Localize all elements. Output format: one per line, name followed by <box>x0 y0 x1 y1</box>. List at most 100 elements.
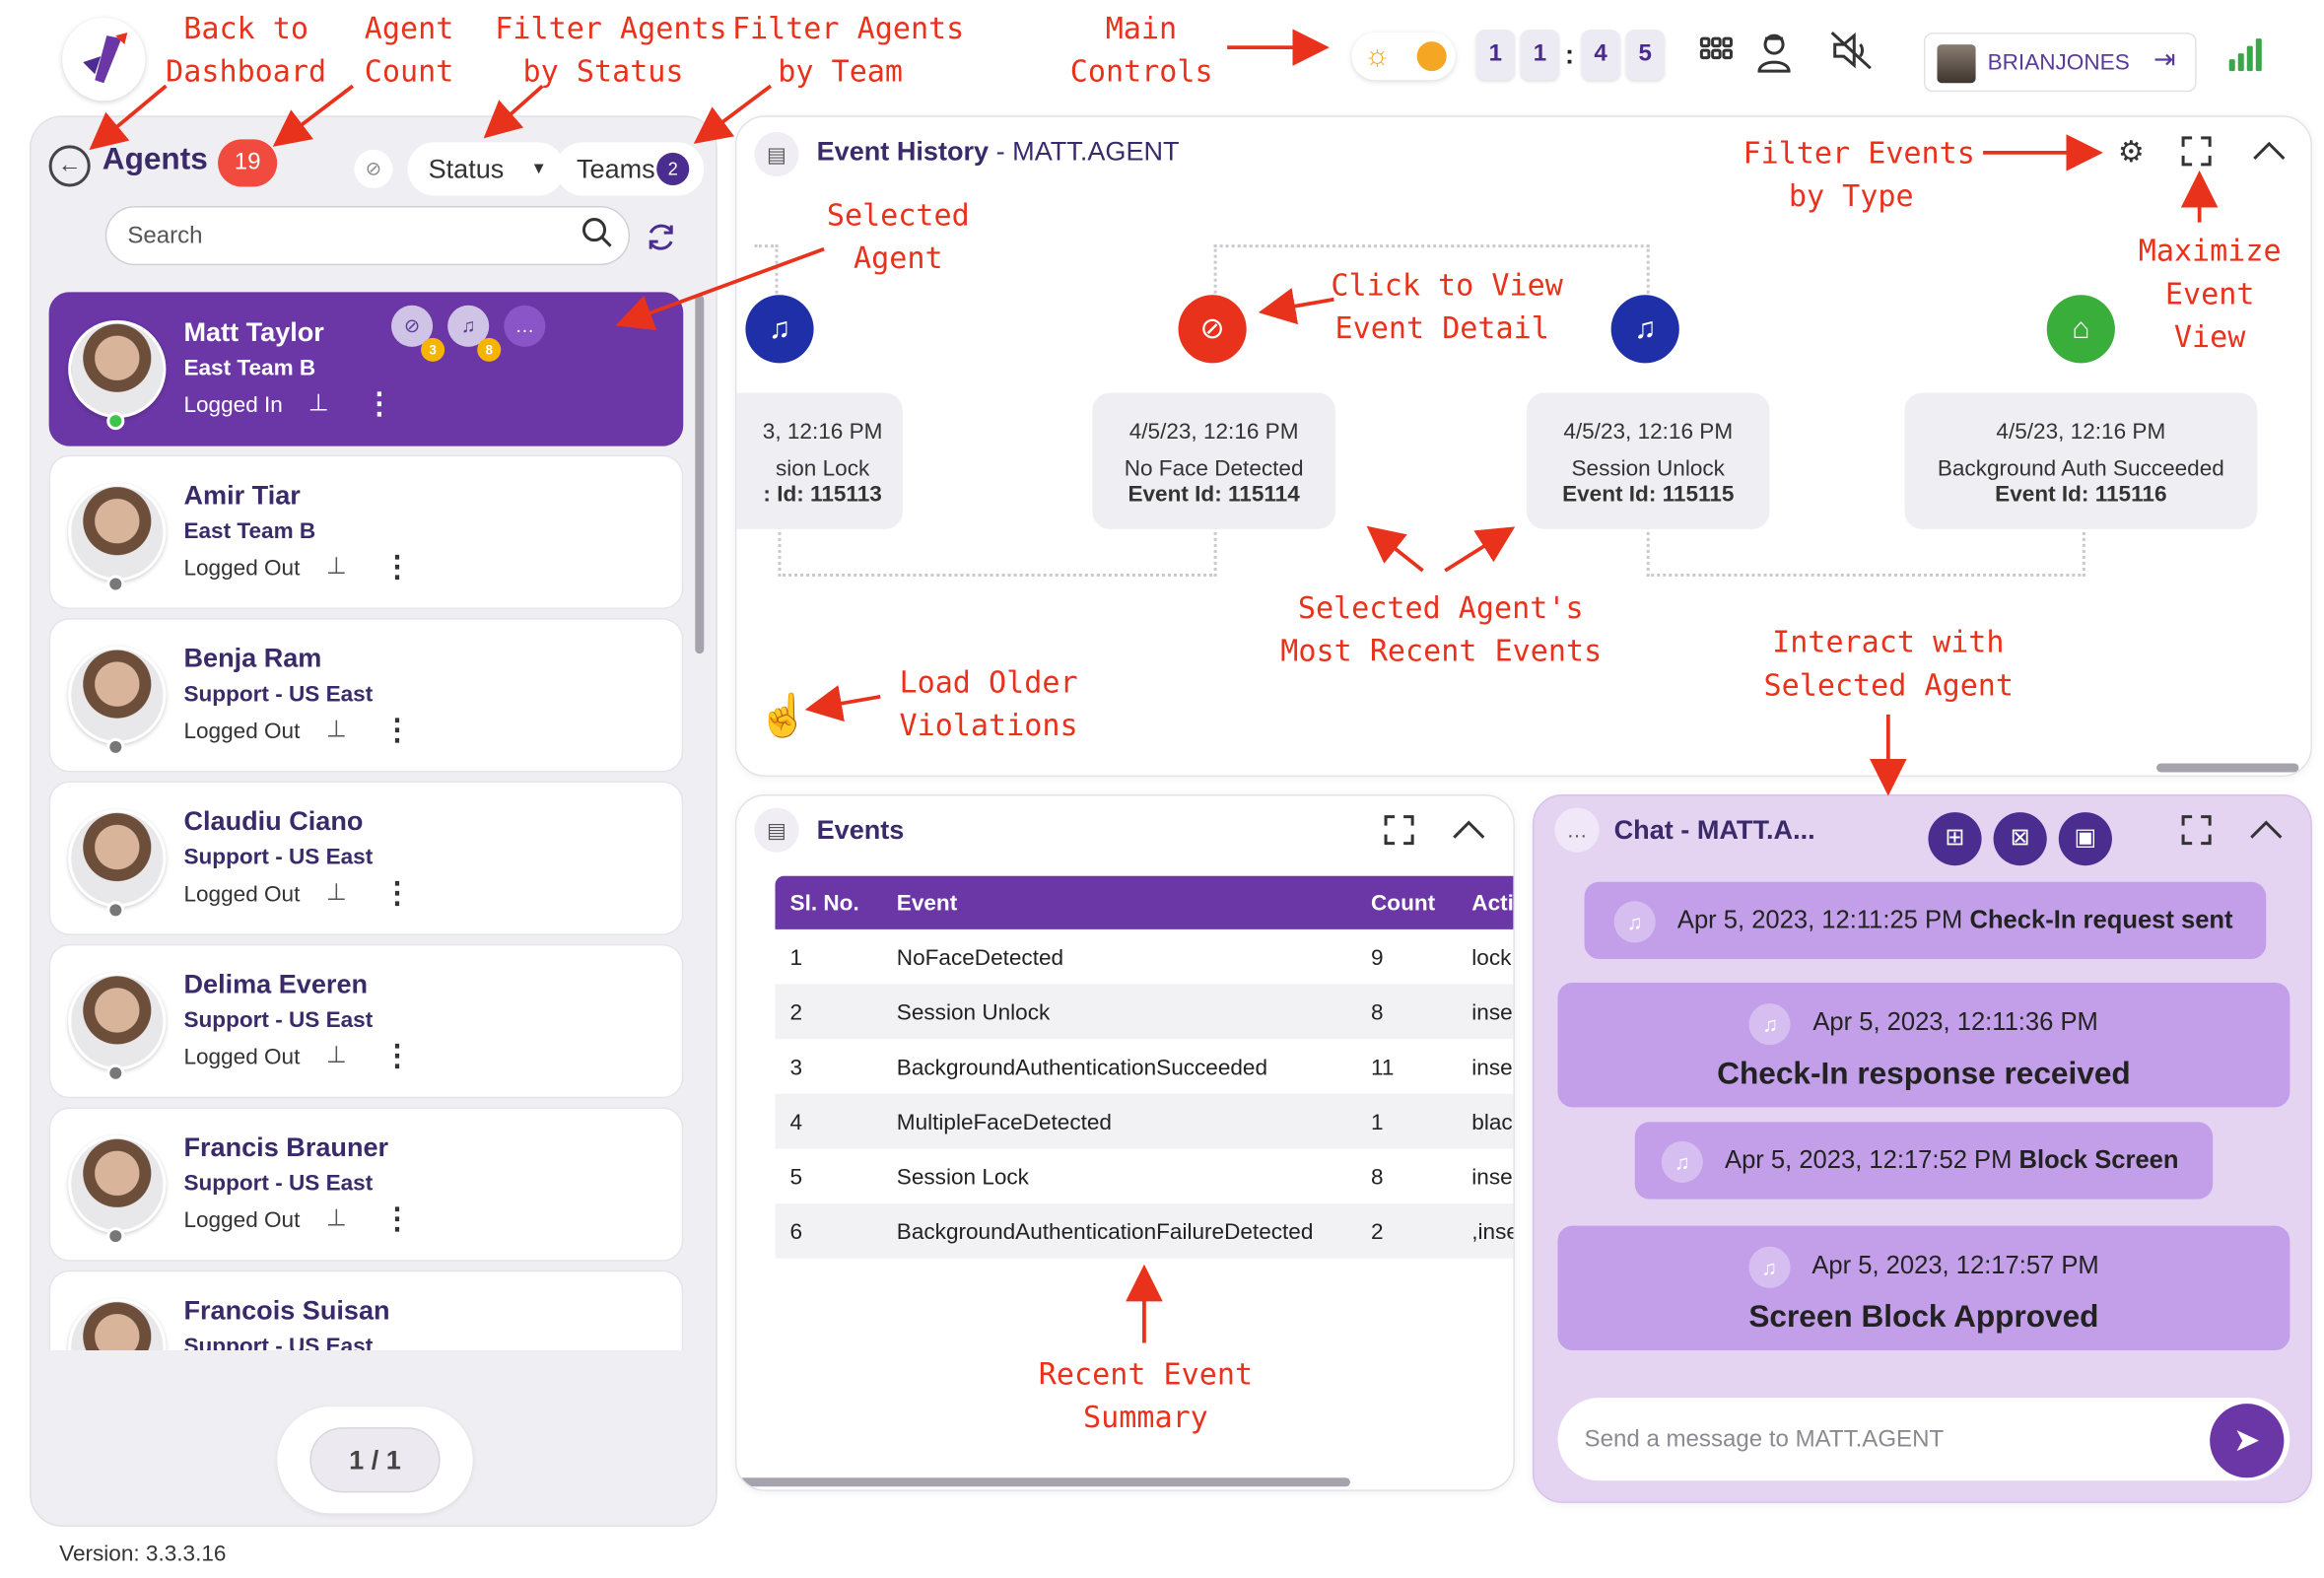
row-number: 2 <box>789 1000 803 1026</box>
more-options-icon[interactable]: ⋮ <box>382 1038 412 1075</box>
event-id: : Id: 115113 <box>763 481 882 508</box>
agent-name: Francis Brauner <box>183 1132 389 1162</box>
agent-team: Support - US East <box>183 1171 374 1197</box>
event-card[interactable]: 4/5/23, 12:16 PM No Face Detected Event … <box>1092 392 1335 529</box>
avatar <box>68 1298 167 1350</box>
table-row[interactable]: 5 Session Lock 8 inse <box>775 1148 1513 1203</box>
home-auth-icon[interactable]: ⌂ <box>2046 295 2115 364</box>
annotation-recent-events: Selected Agent's Most Recent Events <box>1280 589 1603 669</box>
annotation-filter-team: Filter Agents by Team <box>731 10 965 90</box>
annotation-click-view: Click to View Event Detail <box>1331 266 1563 346</box>
binoculars-icon[interactable]: ⊞ <box>1928 812 1982 866</box>
agent-status: Logged Out <box>183 1207 301 1234</box>
maximize-icon[interactable] <box>2180 814 2213 856</box>
more-options-icon[interactable]: ⋮ <box>365 385 394 423</box>
agent-list-scrollbar[interactable] <box>695 295 705 654</box>
table-row[interactable]: 6 BackgroundAuthenticationFailureDetecte… <box>775 1203 1514 1259</box>
agent-card-benja-ram[interactable]: Benja Ram Support - US East Logged Out ⊥… <box>48 618 684 773</box>
event-card[interactable]: 4/5/23, 12:16 PM Background Auth Succeed… <box>1904 392 2258 529</box>
teams-count-badge: 2 <box>656 152 690 185</box>
table-row[interactable]: 1 NoFaceDetected 9 lock <box>775 929 1513 985</box>
column-header: Sl. No. <box>789 890 859 917</box>
collapse-icon[interactable] <box>1451 814 1486 856</box>
theme-toggle[interactable]: ☼ <box>1351 33 1456 81</box>
no-face-icon[interactable]: ⊘ <box>1178 295 1247 364</box>
agent-team: Support - US East <box>183 1334 374 1350</box>
agent-icon[interactable] <box>1748 30 1799 88</box>
refresh-icon[interactable] <box>645 221 677 262</box>
row-event: BackgroundAuthenticationSucceeded <box>896 1055 1268 1081</box>
maximize-icon[interactable] <box>2180 135 2213 176</box>
agent-card-claudiu-ciano[interactable]: Claudiu Ciano Support - US East Logged O… <box>48 781 684 935</box>
alert-count-badge: 3 <box>421 337 445 362</box>
user-menu[interactable]: BRIANJONES ⇥ <box>1923 33 2197 93</box>
agent-card-delima-everen[interactable]: Delima Everen Support - US East Logged O… <box>48 943 684 1099</box>
message-input[interactable] <box>1584 1424 2208 1458</box>
load-older-hand-icon[interactable]: ☝ <box>757 695 808 736</box>
pin-icon[interactable]: ⊥ <box>326 715 347 744</box>
annotation-maximize: Maximize Event View <box>2138 233 2282 355</box>
more-options-icon[interactable]: ⋮ <box>382 712 412 749</box>
collapse-icon[interactable] <box>2251 135 2287 176</box>
status-filter-dropdown[interactable]: Status ▼ <box>407 142 565 196</box>
annotation-filter-status: Filter Agents by Status <box>495 10 727 90</box>
clear-filter-icon[interactable]: ⊘ <box>354 149 393 188</box>
agent-search[interactable] <box>104 206 631 266</box>
agent-card-matt-taylor[interactable]: Matt Taylor East Team B Logged In ⊥ ⋮ ⊘ … <box>48 292 684 446</box>
screenshot-icon[interactable]: ▣ <box>2058 812 2112 866</box>
table-row[interactable]: 4 MultipleFaceDetected 1 blac <box>775 1093 1514 1149</box>
agent-card-amir-tiar[interactable]: Amir Tiar East Team B Logged Out ⊥ ⋮ <box>48 454 684 610</box>
logout-icon[interactable]: ⇥ <box>2153 44 2176 76</box>
more-options-icon[interactable]: ⋮ <box>382 548 412 585</box>
event-history-label: Event History <box>816 136 990 167</box>
table-row[interactable]: 2 Session Unlock 8 inse <box>775 984 1514 1040</box>
block-screen-icon[interactable]: ⊠ <box>1993 812 2047 866</box>
back-arrow-icon[interactable]: ← <box>48 145 91 187</box>
pin-icon[interactable]: ⊥ <box>326 551 347 581</box>
agent-status: Logged Out <box>183 881 301 908</box>
message-time: Apr 5, 2023, 12:17:52 PM <box>1725 1145 2013 1175</box>
bell-icon[interactable]: ♫ <box>1610 295 1679 364</box>
signal-icon <box>2228 35 2268 72</box>
agent-name: Claudiu Ciano <box>183 806 364 837</box>
mute-icon[interactable] <box>1826 30 1877 85</box>
timeline-scrollbar[interactable] <box>2156 763 2299 773</box>
alert-count-badge: 8 <box>477 337 502 362</box>
agent-team: Support - US East <box>183 681 374 708</box>
events-scrollbar[interactable] <box>736 1477 1350 1487</box>
pin-icon[interactable]: ⊥ <box>308 388 329 418</box>
more-options-icon[interactable]: ⋮ <box>382 1201 412 1238</box>
more-options-icon[interactable]: ⋮ <box>382 874 412 912</box>
agent-card-francois-suisan[interactable]: Francois Suisan Support - US East <box>48 1269 684 1350</box>
events-table-header: Sl. No. Event Count Acti <box>775 875 1514 929</box>
chat-input-box[interactable]: ➤ <box>1557 1398 2290 1481</box>
app-logo[interactable] <box>62 18 146 102</box>
chat-icon[interactable]: … <box>504 305 546 347</box>
maximize-icon[interactable] <box>1383 814 1415 856</box>
sun-icon: ☼ <box>1363 39 1392 73</box>
timer-digit: 4 <box>1581 30 1620 81</box>
teams-filter-button[interactable]: Teams 2 <box>555 142 705 196</box>
send-icon[interactable]: ➤ <box>2210 1404 2285 1478</box>
agent-team: East Team B <box>183 355 316 381</box>
collapse-icon[interactable] <box>2248 814 2284 856</box>
table-row[interactable]: 3 BackgroundAuthenticationSucceeded 11 i… <box>775 1039 1513 1094</box>
row-number: 3 <box>789 1055 803 1081</box>
event-card[interactable]: 3, 12:16 PM sion Lock : Id: 115113 <box>736 392 903 529</box>
column-header: Event <box>896 890 958 917</box>
search-icon[interactable] <box>581 217 613 258</box>
pin-icon[interactable]: ⊥ <box>326 877 347 907</box>
agent-card-francis-brauner[interactable]: Francis Brauner Support - US East Logged… <box>48 1107 684 1262</box>
gear-icon[interactable]: ⚙ <box>2118 135 2145 171</box>
bell-icon[interactable]: ♫ <box>745 295 814 364</box>
row-action: ,inse <box>1471 1219 1515 1246</box>
search-input[interactable] <box>127 219 573 255</box>
page-indicator[interactable]: 1 / 1 <box>309 1427 441 1493</box>
agent-team: East Team B <box>183 518 316 544</box>
pin-icon[interactable]: ⊥ <box>326 1041 347 1070</box>
agent-count-badge: 19 <box>218 139 278 187</box>
event-card[interactable]: 4/5/23, 12:16 PM Session Unlock Event Id… <box>1526 392 1770 529</box>
pin-icon[interactable]: ⊥ <box>326 1203 347 1233</box>
apps-grid-icon[interactable] <box>1691 30 1742 82</box>
offline-status-dot <box>106 1227 125 1246</box>
